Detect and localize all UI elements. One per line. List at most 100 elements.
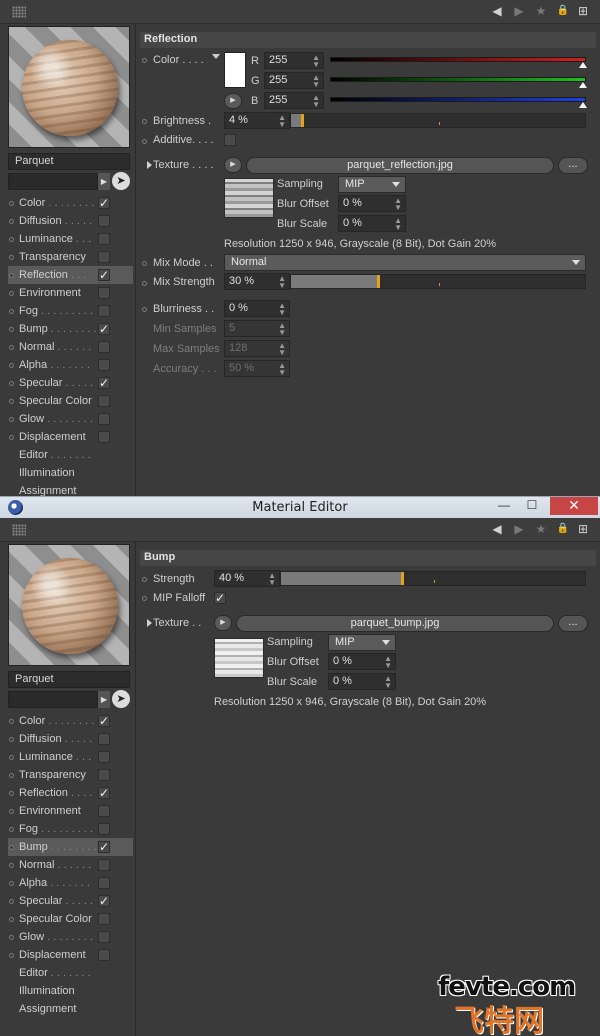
- red-channel-slider[interactable]: [330, 57, 587, 68]
- spinner-icon[interactable]: ▲ ▼: [278, 114, 286, 129]
- forward-arrow-icon[interactable]: ▶: [512, 522, 526, 536]
- channel-checkbox[interactable]: [98, 341, 110, 353]
- channel-item-environment[interactable]: Environment: [8, 284, 133, 302]
- spinner-icon[interactable]: ▲ ▼: [268, 572, 276, 587]
- mip-falloff-keyframe-dot[interactable]: [142, 596, 147, 601]
- mix-strength-slider[interactable]: [290, 274, 586, 289]
- channel-item-fog[interactable]: Fog . . . . . . . . .: [8, 820, 133, 838]
- channel-checkbox[interactable]: ✓: [98, 269, 110, 281]
- blurriness-keyframe-dot[interactable]: [142, 307, 147, 312]
- texture-thumbnail[interactable]: [214, 638, 264, 678]
- channel-checkbox[interactable]: [98, 859, 110, 871]
- channel-item-editor[interactable]: Editor . . . . . . .: [8, 964, 133, 982]
- channel-checkbox[interactable]: [98, 949, 110, 961]
- texture-menu-button[interactable]: ▶: [214, 615, 232, 631]
- channel-item-alpha[interactable]: Alpha . . . . . . .: [8, 356, 133, 374]
- back-arrow-icon[interactable]: ◀: [490, 522, 504, 536]
- slider-marker[interactable]: [401, 572, 404, 585]
- pick-cursor-icon[interactable]: ➤: [112, 172, 130, 190]
- color-keyframe-dot[interactable]: [142, 58, 147, 63]
- channel-checkbox[interactable]: ✓: [98, 715, 110, 727]
- channel-item-diffusion[interactable]: Diffusion . . . . .: [8, 730, 133, 748]
- channel-item-bump[interactable]: Bump . . . . . . . . ✓: [8, 838, 133, 856]
- texture-file-field[interactable]: parquet_bump.jpg: [236, 615, 554, 632]
- channel-checkbox[interactable]: [98, 305, 110, 317]
- channel-checkbox[interactable]: [98, 913, 110, 925]
- channel-checkbox[interactable]: ✓: [98, 323, 110, 335]
- channel-item-luminance[interactable]: Luminance . . .: [8, 748, 133, 766]
- color-mode-button[interactable]: ▶: [224, 93, 242, 109]
- mix-mode-dropdown[interactable]: Normal: [224, 254, 586, 271]
- channel-search-input[interactable]: [8, 173, 98, 190]
- channel-checkbox[interactable]: ✓: [98, 895, 110, 907]
- grip-icon[interactable]: [12, 524, 26, 536]
- lock-icon[interactable]: 🔒: [556, 4, 570, 18]
- channel-checkbox[interactable]: [98, 287, 110, 299]
- maximize-button[interactable]: ☐: [518, 497, 546, 515]
- channel-item-assignment[interactable]: Assignment: [8, 482, 133, 496]
- strength-field[interactable]: 40 % ▲ ▼: [214, 570, 280, 587]
- star-icon[interactable]: ★: [534, 4, 548, 18]
- channel-item-normal[interactable]: Normal . . . . . .: [8, 856, 133, 874]
- channel-item-normal[interactable]: Normal . . . . . .: [8, 338, 133, 356]
- channel-checkbox[interactable]: [98, 877, 110, 889]
- channel-item-transparency[interactable]: Transparency: [8, 766, 133, 784]
- channel-item-diffusion[interactable]: Diffusion . . . . .: [8, 212, 133, 230]
- channel-item-color[interactable]: Color . . . . . . . . ✓: [8, 712, 133, 730]
- sampling-dropdown[interactable]: MIP: [328, 634, 396, 651]
- texture-expand-icon[interactable]: [147, 619, 152, 627]
- spinner-icon[interactable]: ▲ ▼: [384, 675, 392, 690]
- channel-item-specular-color[interactable]: Specular Color: [8, 392, 133, 410]
- new-window-icon[interactable]: ⊞: [576, 522, 590, 536]
- slider-marker[interactable]: [377, 275, 380, 288]
- grip-icon[interactable]: [12, 6, 26, 18]
- blurriness-field[interactable]: 0 % ▲ ▼: [224, 300, 290, 317]
- texture-thumbnail[interactable]: [224, 178, 274, 218]
- mix-strength-keyframe-dot[interactable]: [142, 281, 147, 286]
- green-channel-slider[interactable]: [330, 77, 587, 88]
- slider-knob[interactable]: [579, 82, 587, 88]
- slider-knob[interactable]: [579, 102, 587, 108]
- spinner-icon[interactable]: ▲ ▼: [312, 54, 320, 69]
- channel-item-specular[interactable]: Specular . . . . . ✓: [8, 892, 133, 910]
- texture-file-field[interactable]: parquet_reflection.jpg: [246, 157, 554, 174]
- channel-item-alpha[interactable]: Alpha . . . . . . .: [8, 874, 133, 892]
- channel-checkbox[interactable]: [98, 251, 110, 263]
- channel-item-illumination[interactable]: Illumination: [8, 464, 133, 482]
- channel-item-glow[interactable]: Glow . . . . . . . .: [8, 410, 133, 428]
- channel-checkbox[interactable]: [98, 805, 110, 817]
- spinner-icon[interactable]: ▲ ▼: [312, 94, 320, 109]
- channel-checkbox[interactable]: [98, 215, 110, 227]
- r-value-field[interactable]: 255 ▲ ▼: [264, 52, 324, 69]
- channel-checkbox[interactable]: ✓: [98, 841, 110, 853]
- pick-cursor-icon[interactable]: ➤: [112, 690, 130, 708]
- channel-item-bump[interactable]: Bump . . . . . . . . ✓: [8, 320, 133, 338]
- spinner-icon[interactable]: ▲ ▼: [278, 302, 286, 317]
- additive-keyframe-dot[interactable]: [142, 139, 147, 144]
- brightness-field[interactable]: 4 % ▲ ▼: [224, 112, 290, 129]
- b-value-field[interactable]: 255 ▲ ▼: [264, 92, 324, 109]
- lock-icon[interactable]: 🔒: [556, 522, 570, 536]
- material-name[interactable]: Parquet: [8, 671, 130, 688]
- search-arrow-icon[interactable]: ▶: [98, 173, 110, 190]
- brightness-keyframe-dot[interactable]: [142, 119, 147, 124]
- channel-item-displacement[interactable]: Displacement: [8, 946, 133, 964]
- channel-checkbox[interactable]: [98, 413, 110, 425]
- channel-checkbox[interactable]: [98, 823, 110, 835]
- additive-checkbox[interactable]: [224, 134, 236, 146]
- channel-item-reflection[interactable]: Reflection . . . ✓: [8, 266, 133, 284]
- channel-checkbox[interactable]: [98, 395, 110, 407]
- channel-search-input[interactable]: [8, 691, 98, 708]
- channel-item-glow[interactable]: Glow . . . . . . . .: [8, 928, 133, 946]
- sampling-dropdown[interactable]: MIP: [338, 176, 406, 193]
- strength-slider[interactable]: [280, 571, 586, 586]
- channel-item-transparency[interactable]: Transparency: [8, 248, 133, 266]
- mip-falloff-checkbox[interactable]: ✓: [214, 592, 226, 604]
- channel-item-color[interactable]: Color . . . . . . . . ✓: [8, 194, 133, 212]
- strength-keyframe-dot[interactable]: [142, 577, 147, 582]
- channel-item-fog[interactable]: Fog . . . . . . . . .: [8, 302, 133, 320]
- channel-item-displacement[interactable]: Displacement: [8, 428, 133, 446]
- material-name[interactable]: Parquet: [8, 153, 130, 170]
- slider-knob[interactable]: [579, 62, 587, 68]
- channel-checkbox[interactable]: [98, 931, 110, 943]
